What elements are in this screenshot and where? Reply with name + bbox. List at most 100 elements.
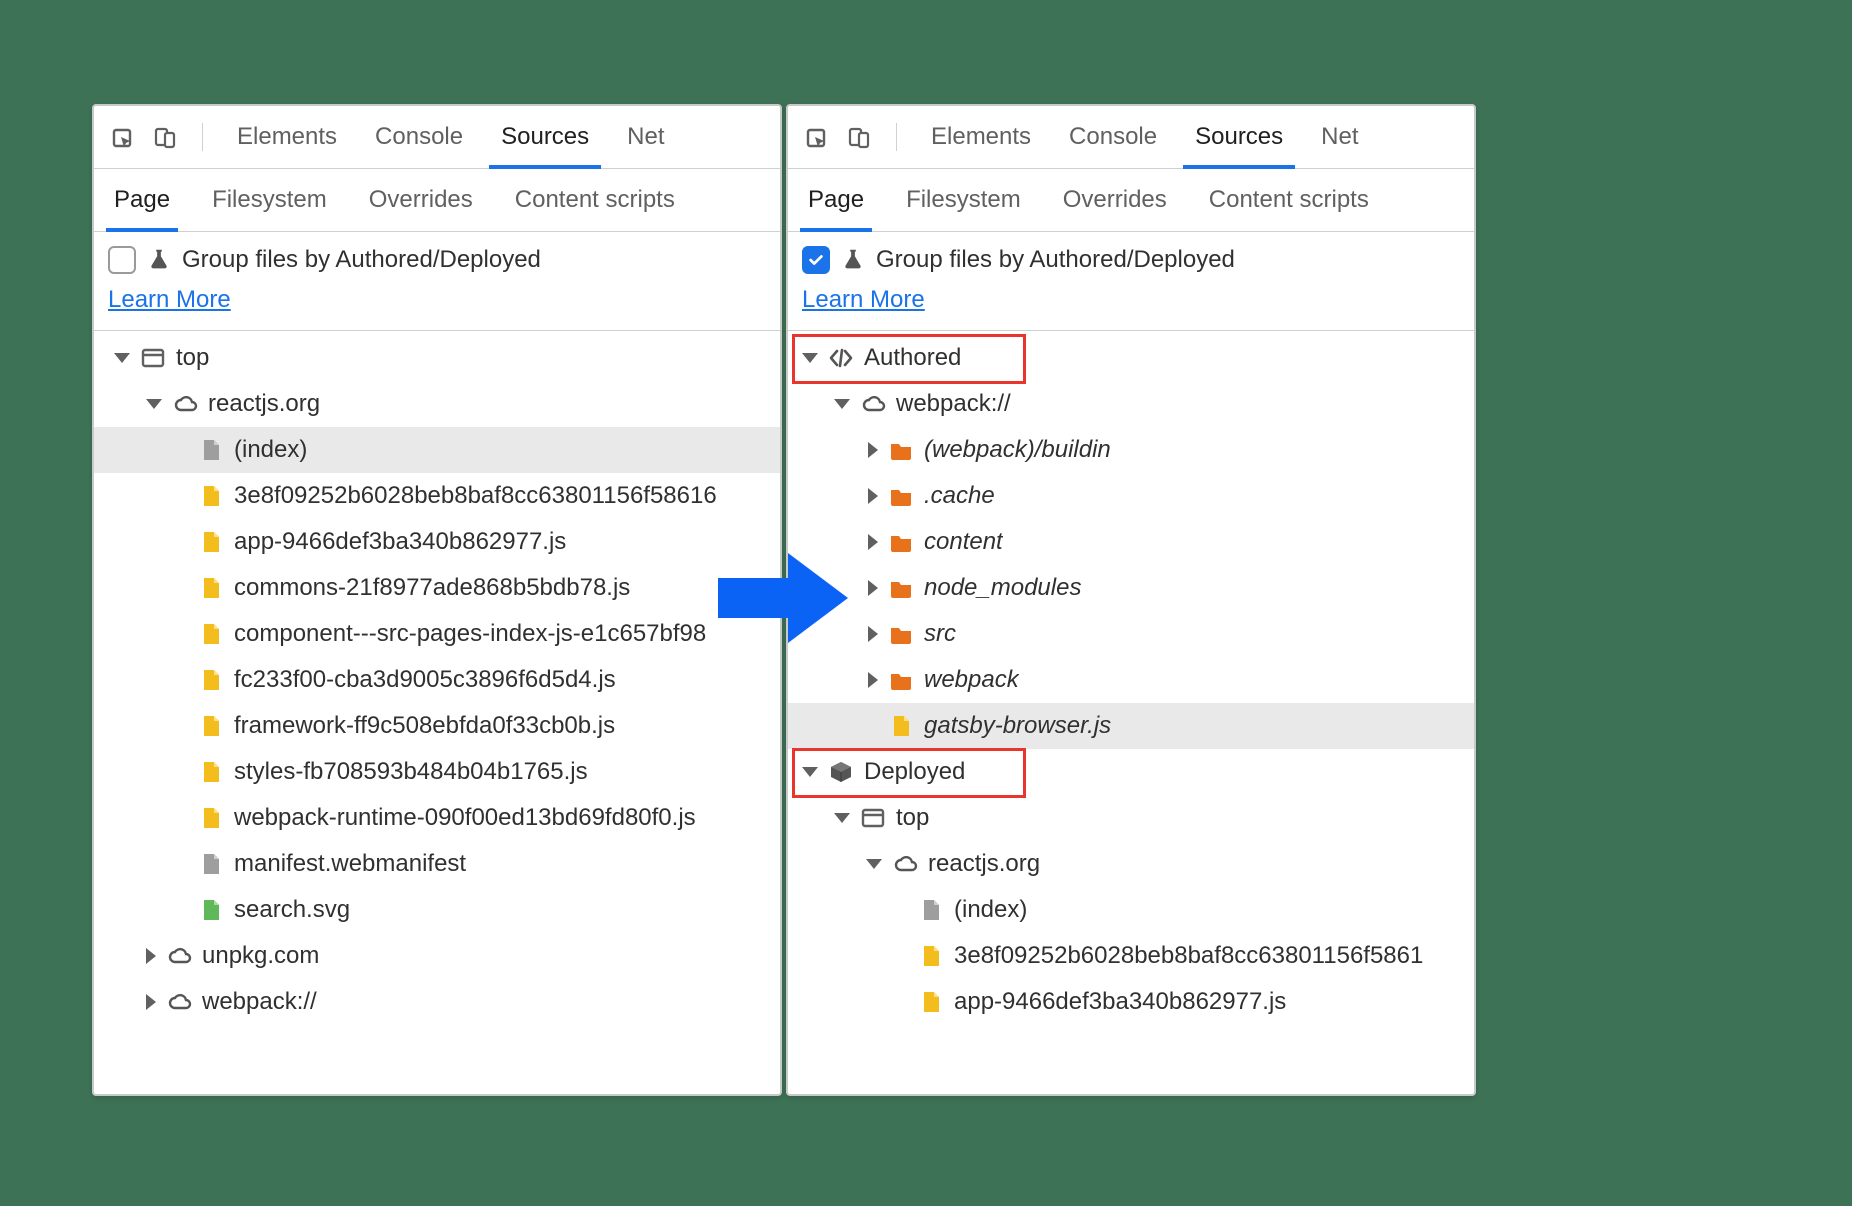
disclosure-right-icon[interactable] [146, 994, 156, 1010]
subtab-page[interactable]: Page [802, 169, 870, 231]
folder-icon [888, 483, 914, 509]
tab-console[interactable]: Console [1059, 106, 1167, 168]
disclosure-right-icon[interactable] [146, 948, 156, 964]
tree-node-file[interactable]: component---src-pages-index-js-e1c657bf9… [94, 611, 780, 657]
device-toggle-icon[interactable] [152, 124, 178, 150]
disclosure-right-icon[interactable] [868, 626, 878, 642]
file-icon [918, 897, 944, 923]
folder-icon [888, 667, 914, 693]
disclosure-right-icon[interactable] [868, 442, 878, 458]
tree-label: fc233f00-cba3d9005c3896f6d5d4.js [234, 666, 616, 694]
tree-node-folder[interactable]: (webpack)/buildin [788, 427, 1474, 473]
tree-node-top[interactable]: top [94, 335, 780, 381]
devtools-panel-left: Elements Console Sources Net Page Filesy… [92, 104, 782, 1096]
tree-node-file[interactable]: 3e8f09252b6028beb8baf8cc63801156f5861 [788, 933, 1474, 979]
subtab-overrides[interactable]: Overrides [363, 169, 479, 231]
tree-node-file[interactable]: fc233f00-cba3d9005c3896f6d5d4.js [94, 657, 780, 703]
subtab-filesystem[interactable]: Filesystem [206, 169, 333, 231]
tree-label: gatsby-browser.js [924, 712, 1111, 740]
js-file-icon [198, 575, 224, 601]
disclosure-down-icon[interactable] [834, 813, 850, 823]
tree-label: unpkg.com [202, 942, 319, 970]
tree-label: .cache [924, 482, 995, 510]
tree-label: top [896, 804, 929, 832]
disclosure-down-icon[interactable] [802, 353, 818, 363]
tree-node-folder[interactable]: src [788, 611, 1474, 657]
inspect-icon[interactable] [108, 124, 134, 150]
top-tabs: Elements Console Sources Net [94, 106, 780, 169]
tree-node-folder[interactable]: webpack [788, 657, 1474, 703]
tree-node-file[interactable]: webpack-runtime-090f00ed13bd69fd80f0.js [94, 795, 780, 841]
tree-node-unpkg[interactable]: unpkg.com [94, 933, 780, 979]
tree-node-webpack[interactable]: webpack:// [94, 979, 780, 1025]
tree-node-authored[interactable]: Authored [788, 335, 1474, 381]
disclosure-down-icon[interactable] [866, 859, 882, 869]
group-by-bar: Group files by Authored/Deployed Learn M… [788, 232, 1474, 331]
tree-node-file[interactable]: app-9466def3ba340b862977.js [788, 979, 1474, 1025]
tree-node-index[interactable]: (index) [788, 887, 1474, 933]
tab-console[interactable]: Console [365, 106, 473, 168]
disclosure-down-icon[interactable] [146, 399, 162, 409]
disclosure-right-icon[interactable] [868, 488, 878, 504]
group-by-checkbox[interactable] [802, 246, 830, 274]
tree-label: component---src-pages-index-js-e1c657bf9… [234, 620, 706, 648]
subtab-page[interactable]: Page [108, 169, 176, 231]
tree-node-gatsby[interactable]: gatsby-browser.js [788, 703, 1474, 749]
tree-node-domain[interactable]: reactjs.org [94, 381, 780, 427]
tab-sources[interactable]: Sources [1185, 106, 1293, 168]
tab-elements[interactable]: Elements [921, 106, 1041, 168]
tree-node-manifest[interactable]: manifest.webmanifest [94, 841, 780, 887]
tree-node-folder[interactable]: node_modules [788, 565, 1474, 611]
learn-more-link[interactable]: Learn More [108, 282, 231, 318]
tree-node-file[interactable]: app-9466def3ba340b862977.js [94, 519, 780, 565]
subtab-content-scripts[interactable]: Content scripts [509, 169, 681, 231]
disclosure-right-icon[interactable] [868, 580, 878, 596]
file-icon [198, 437, 224, 463]
authored-code-icon [828, 345, 854, 371]
tree-node-file[interactable]: framework-ff9c508ebfda0f33cb0b.js [94, 703, 780, 749]
tree-node-folder[interactable]: .cache [788, 473, 1474, 519]
tree-label: (index) [234, 436, 307, 464]
subtab-overrides[interactable]: Overrides [1057, 169, 1173, 231]
disclosure-down-icon[interactable] [834, 399, 850, 409]
sources-subtabs: Page Filesystem Overrides Content script… [788, 169, 1474, 232]
tree-node-webpack[interactable]: webpack:// [788, 381, 1474, 427]
tree-label: webpack-runtime-090f00ed13bd69fd80f0.js [234, 804, 696, 832]
tab-network-cut[interactable]: Net [1311, 106, 1368, 168]
device-toggle-icon[interactable] [846, 124, 872, 150]
disclosure-right-icon[interactable] [868, 534, 878, 550]
tab-network-cut[interactable]: Net [617, 106, 674, 168]
tree-node-svg[interactable]: search.svg [94, 887, 780, 933]
cloud-icon [860, 391, 886, 417]
js-file-icon [198, 759, 224, 785]
tree-label: Authored [864, 344, 961, 372]
js-file-icon [198, 529, 224, 555]
disclosure-down-icon[interactable] [802, 767, 818, 777]
tab-sources[interactable]: Sources [491, 106, 599, 168]
tree-label: 3e8f09252b6028beb8baf8cc63801156f5861 [954, 942, 1423, 970]
tree-node-folder[interactable]: content [788, 519, 1474, 565]
subtab-content-scripts[interactable]: Content scripts [1203, 169, 1375, 231]
tree-label: content [924, 528, 1003, 556]
tree-label: node_modules [924, 574, 1081, 602]
tree-node-top[interactable]: top [788, 795, 1474, 841]
disclosure-down-icon[interactable] [114, 353, 130, 363]
js-file-icon [198, 805, 224, 831]
js-file-icon [198, 621, 224, 647]
tree-node-file[interactable]: 3e8f09252b6028beb8baf8cc63801156f58616 [94, 473, 780, 519]
tree-node-deployed[interactable]: Deployed [788, 749, 1474, 795]
learn-more-link[interactable]: Learn More [802, 282, 925, 318]
tree-node-file[interactable]: styles-fb708593b484b04b1765.js [94, 749, 780, 795]
tree-node-domain[interactable]: reactjs.org [788, 841, 1474, 887]
file-icon [198, 851, 224, 877]
group-by-checkbox[interactable] [108, 246, 136, 274]
tree-node-file[interactable]: commons-21f8977ade868b5bdb78.js [94, 565, 780, 611]
subtab-filesystem[interactable]: Filesystem [900, 169, 1027, 231]
js-file-icon [918, 989, 944, 1015]
tab-elements[interactable]: Elements [227, 106, 347, 168]
tree-node-index[interactable]: (index) [94, 427, 780, 473]
cloud-icon [166, 943, 192, 969]
tree-label: (index) [954, 896, 1027, 924]
disclosure-right-icon[interactable] [868, 672, 878, 688]
inspect-icon[interactable] [802, 124, 828, 150]
